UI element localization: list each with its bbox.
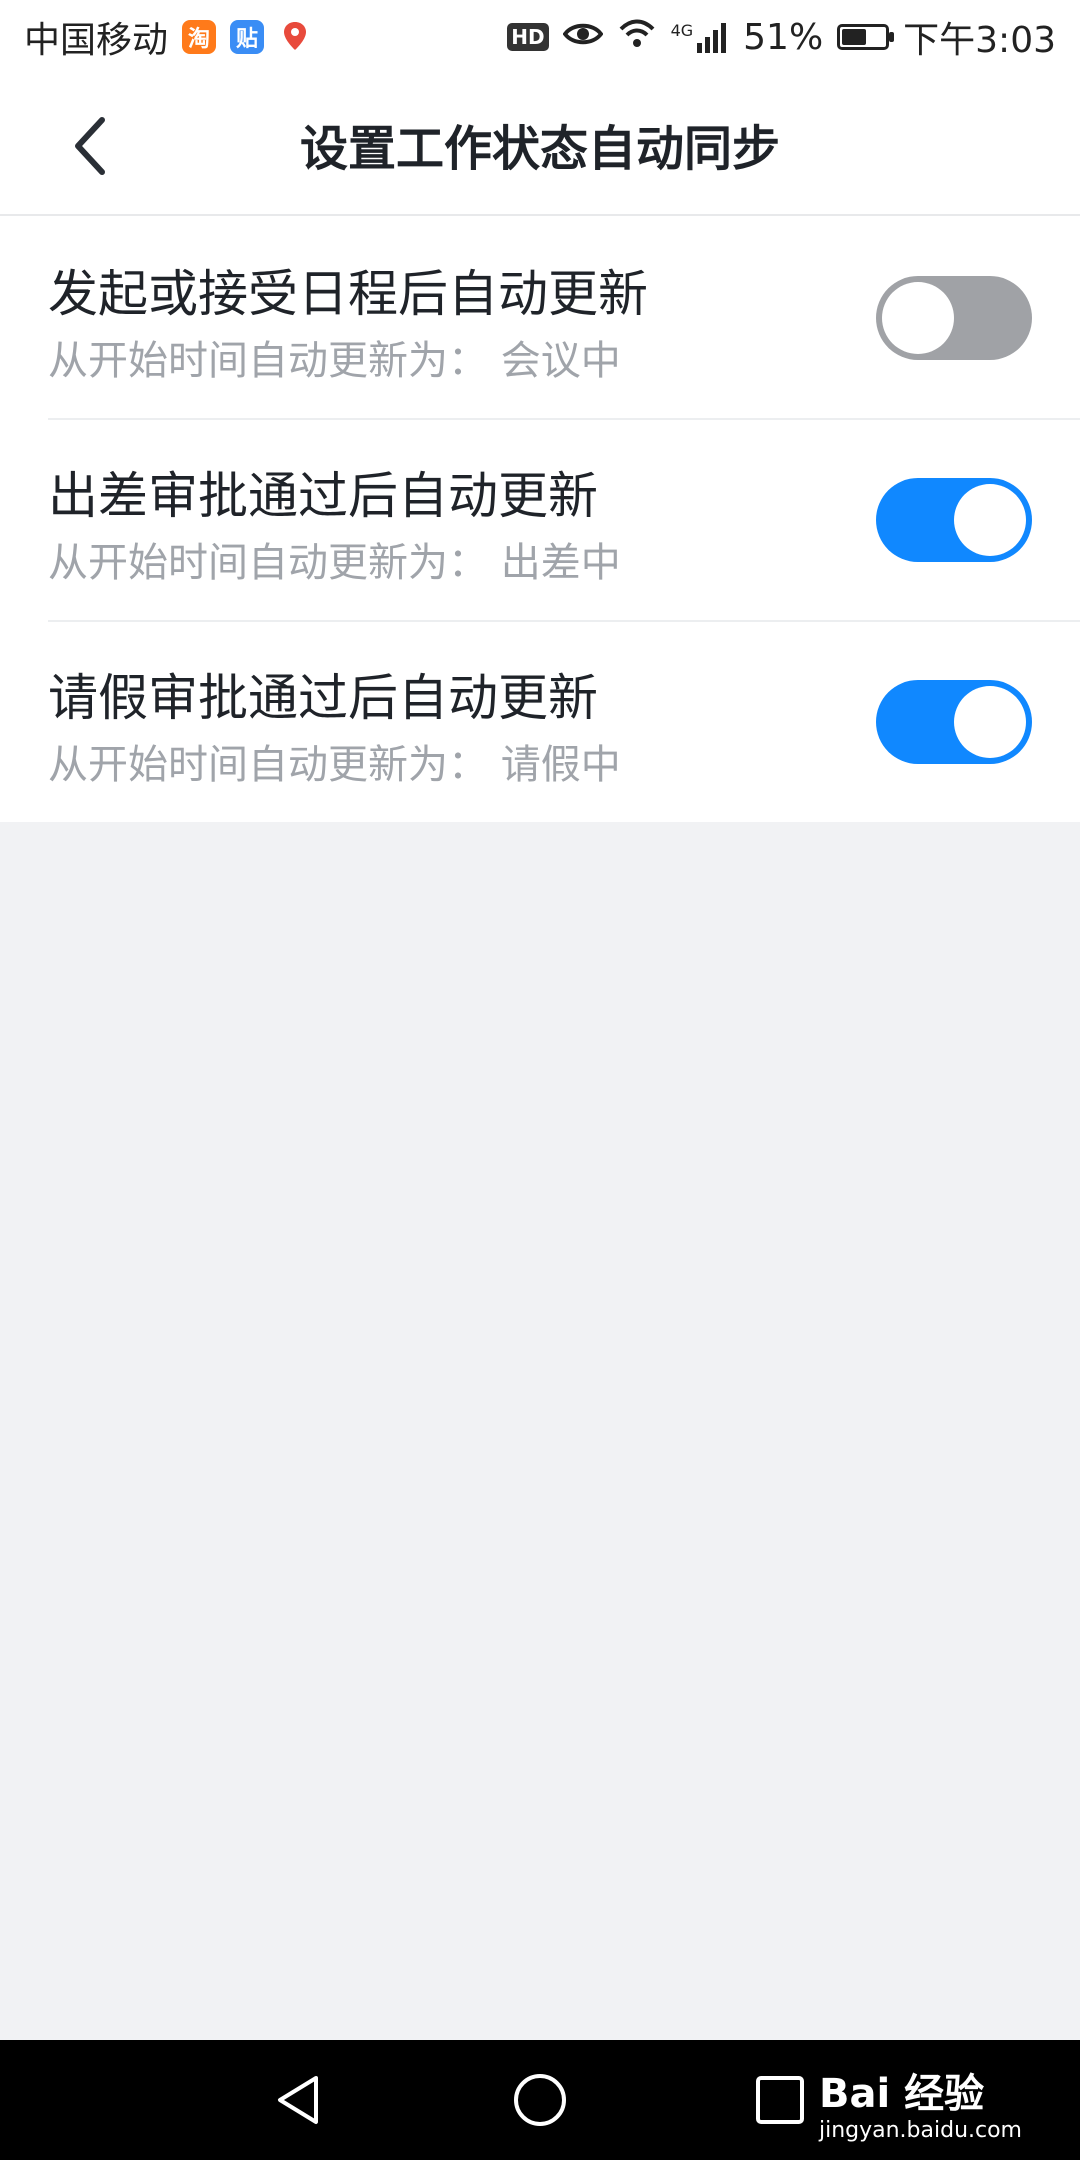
nav-recents-icon <box>756 2076 804 2124</box>
setting-row-schedule: 发起或接受日程后自动更新 从开始时间自动更新为： 会议中 <box>0 216 1080 418</box>
baidu-jingyan-watermark: Bai 经验 jingyan.baidu.com <box>819 2074 1022 2142</box>
signal-icon: 4G <box>671 21 730 53</box>
navigation-bar: 设置工作状态自动同步 <box>0 74 1080 216</box>
nav-home-button[interactable] <box>510 2070 570 2130</box>
page-title: 设置工作状态自动同步 <box>299 121 780 177</box>
setting-subtitle: 从开始时间自动更新为： 会议中 <box>48 338 621 384</box>
setting-row-leave: 请假审批通过后自动更新 从开始时间自动更新为： 请假中 <box>0 620 1080 822</box>
carrier-name: 中国移动 <box>24 20 169 61</box>
network-type: 4G <box>670 21 694 40</box>
status-right: HD 4G 51% 下午3:03 <box>507 11 1056 63</box>
hd-badge: HD <box>507 23 549 51</box>
toggle-knob <box>954 484 1026 556</box>
leave-toggle[interactable] <box>876 680 1032 764</box>
setting-title: 请假审批通过后自动更新 <box>48 669 598 727</box>
eye-icon <box>562 17 604 58</box>
back-arrow-icon <box>75 117 105 175</box>
wifi-icon <box>617 17 657 58</box>
battery-fill <box>842 29 866 45</box>
setting-subtitle: 从开始时间自动更新为： 出差中 <box>48 540 621 586</box>
watermark-url: jingyan.baidu.com <box>818 2118 1022 2143</box>
setting-subtitle: 从开始时间自动更新为： 请假中 <box>48 742 621 788</box>
settings-list: 发起或接受日程后自动更新 从开始时间自动更新为： 会议中 出差审批通过后自动更新… <box>0 216 1080 822</box>
schedule-toggle[interactable] <box>876 276 1032 360</box>
watermark-brand: Bai 经验 <box>818 2071 985 2117</box>
business-trip-toggle[interactable] <box>876 478 1032 562</box>
nav-home-icon <box>514 2074 566 2126</box>
status-bar: 中国移动 淘 贴 HD 4G 51% 下午3:03 <box>0 0 1080 74</box>
taobao-app-icon: 淘 <box>182 20 217 54</box>
toggle-knob <box>882 282 954 354</box>
nav-recents-button[interactable] <box>750 2070 810 2130</box>
setting-title: 出差审批通过后自动更新 <box>48 467 598 525</box>
back-button[interactable] <box>50 106 130 186</box>
setting-title: 发起或接受日程后自动更新 <box>48 265 648 323</box>
nav-back-icon <box>278 2076 318 2124</box>
status-left: 中国移动 淘 贴 <box>24 11 312 63</box>
toggle-knob <box>954 686 1026 758</box>
system-navigation-bar: Bai 经验 jingyan.baidu.com <box>0 2040 1080 2160</box>
tieba-app-icon: 贴 <box>230 20 265 54</box>
nav-back-button[interactable] <box>270 2070 330 2130</box>
battery-percent: 51% <box>743 16 824 58</box>
status-time: 下午3:03 <box>903 20 1056 61</box>
map-pin-icon <box>278 20 312 54</box>
battery-icon <box>837 24 895 50</box>
setting-row-business-trip: 出差审批通过后自动更新 从开始时间自动更新为： 出差中 <box>0 418 1080 620</box>
